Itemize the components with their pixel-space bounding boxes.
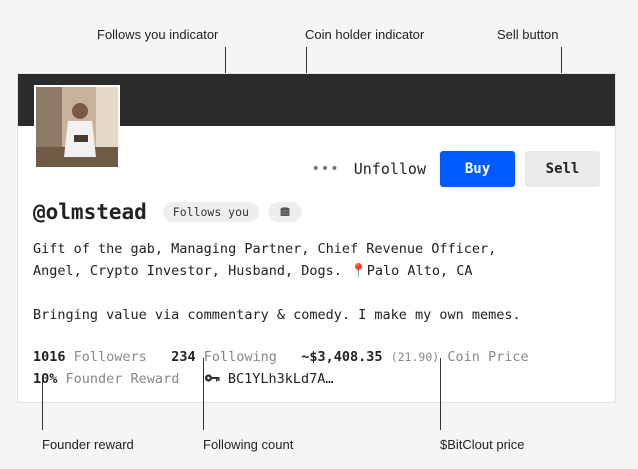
founder-reward-stat: 10% Founder Reward (33, 371, 180, 387)
profile-handle: @olmstead (33, 200, 147, 224)
bio-line-2: Angel, Crypto Investor, Husband, Dogs. 📍… (33, 263, 473, 279)
sell-button[interactable]: Sell (525, 151, 600, 187)
callout-bitclout-price: $BitClout price (440, 437, 525, 452)
stats-row-2: 10% Founder Reward BC1YLh3kLd7A… (33, 368, 529, 390)
avatar-photo (36, 87, 118, 167)
stats-row-1: 1016 Followers 234 Following ~$3,408.35 … (33, 346, 529, 368)
profile-card: ••• Unfollow Buy Sell @olmstead Follows … (17, 73, 616, 403)
follows-you-badge: Follows you (162, 202, 259, 222)
unfollow-button[interactable]: Unfollow (354, 160, 426, 178)
public-key[interactable]: BC1YLh3kLd7A… (204, 371, 334, 387)
location-pin-icon: 📍 (349, 263, 367, 279)
callout-line-following-count (203, 358, 204, 430)
callout-following-count: Following count (203, 437, 294, 452)
buy-button[interactable]: Buy (440, 151, 515, 187)
bio-line-1: Gift of the gab, Managing Partner, Chief… (33, 241, 497, 257)
following-stat[interactable]: 234 Following (171, 349, 277, 365)
profile-stats: 1016 Followers 234 Following ~$3,408.35 … (33, 346, 529, 390)
callout-founder-reward: Founder reward (42, 437, 134, 452)
followers-stat[interactable]: 1016 Followers (33, 349, 147, 365)
callout-line-founder-reward (42, 380, 43, 430)
callout-coin-holder: Coin holder indicator (305, 27, 425, 42)
profile-bio: Gift of the gab, Managing Partner, Chief… (33, 238, 593, 326)
callout-line-bitclout-price (440, 358, 441, 430)
callout-follows-you: Follows you indicator (97, 27, 219, 42)
profile-actions: ••• Unfollow Buy Sell (311, 151, 600, 187)
bio-line-3: Bringing value via commentary & comedy. … (33, 307, 521, 323)
callout-sell-button: Sell button (497, 27, 559, 42)
coin-price-stat: ~$3,408.35 (21.90) Coin Price (301, 349, 529, 365)
handle-row: @olmstead Follows you (33, 200, 302, 224)
avatar[interactable] (34, 85, 120, 169)
key-icon (204, 374, 220, 382)
coins-icon (267, 202, 302, 222)
more-options-icon[interactable]: ••• (311, 161, 339, 177)
